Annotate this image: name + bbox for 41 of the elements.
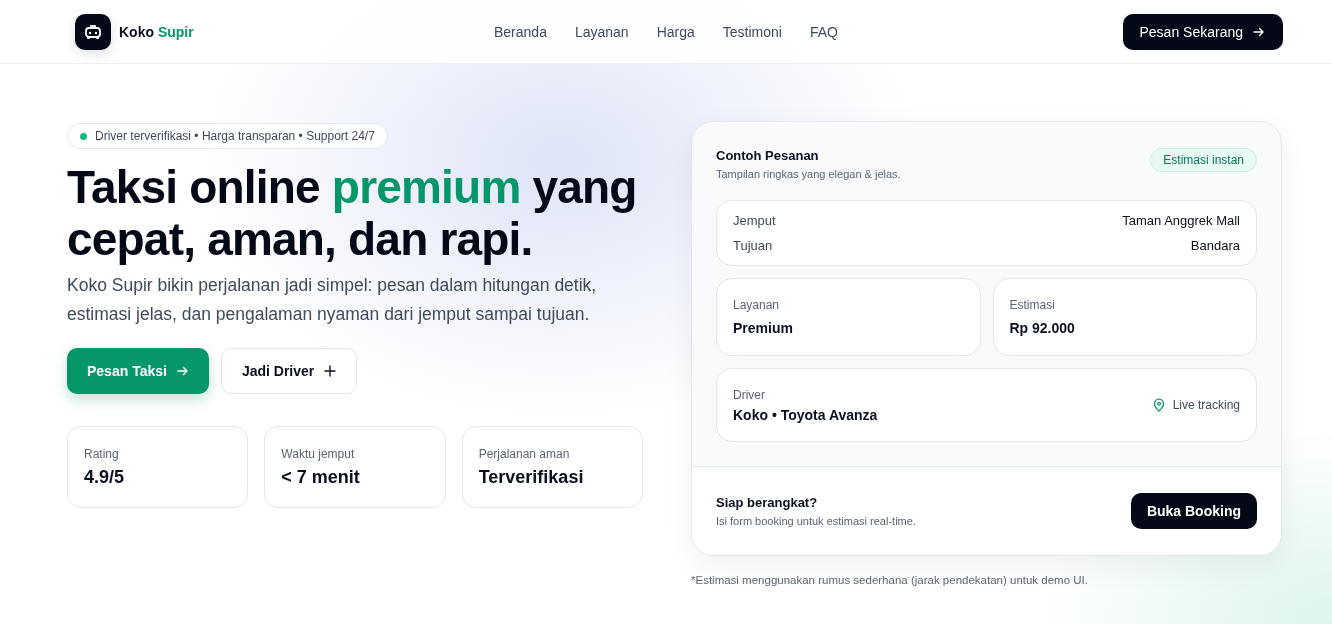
taxi-logo-icon[interactable] [75, 13, 111, 50]
nav-link[interactable]: Layanan [574, 23, 629, 40]
detail-label: Layanan [733, 298, 781, 312]
footer-text: Isi form booking untuk estimasi real-time. [716, 515, 916, 527]
detail-label: Estimasi [1009, 298, 1056, 312]
nav-link[interactable]: Harga [656, 23, 695, 40]
driver-value: Koko • Toyota Avanza [733, 406, 878, 423]
stat-value: 4.9/5 [84, 466, 126, 488]
nav-link[interactable]: Beranda [494, 23, 547, 40]
location-pin-icon [1152, 398, 1165, 412]
nav-link[interactable]: Testimoni [722, 23, 782, 40]
footnote: *Estimasi menggunakan rumus sederhana (jarak pendekatan) untuk demo UI. [691, 574, 1089, 586]
route-value: Bandara [1190, 238, 1240, 253]
card-subtitle: Tampilan ringkas yang elegan & jelas. [716, 168, 901, 180]
arrow-right-icon [176, 365, 189, 377]
card-title: Contoh Pesanan [716, 148, 820, 163]
hero-heading: Taksi online premium yang cepat, aman, dan rapi. [67, 161, 638, 265]
stat-value: < 7 menit [281, 466, 361, 488]
status-tag: Estimasi instan [1150, 148, 1257, 172]
feature-badge: Driver terverifikasi • Harga transparan • Support 24/7 [67, 123, 388, 149]
order-now-button[interactable]: Pesan Sekarang [1123, 13, 1283, 50]
open-booking-button[interactable]: Buka Booking [1130, 493, 1257, 529]
brand-name[interactable]: Koko Supir [119, 23, 194, 40]
become-driver-button[interactable]: Jadi Driver [220, 348, 358, 394]
route-label: Jemput [733, 213, 776, 228]
stat-label: Perjalanan aman [478, 446, 571, 461]
detail-value: Rp 92.000 [1009, 320, 1076, 336]
stat-value: Terverifikasi [478, 466, 585, 488]
live-tracking-label: Live tracking [1172, 398, 1240, 412]
driver-label: Driver [733, 387, 766, 402]
route-label: Tujuan [733, 238, 773, 253]
nav-link[interactable]: FAQ [809, 23, 838, 40]
footer-title: Siap berangkat? [716, 495, 819, 510]
route-value: Taman Anggrek Mall [1122, 213, 1240, 228]
plus-icon [324, 365, 337, 377]
detail-value: Premium [733, 320, 794, 336]
order-taxi-button[interactable]: Pesan Taksi [67, 348, 209, 394]
hero-description: Koko Supir bikin perjalanan jadi simpel: pesan dalam hitungan detik, estimasi jelas, dan pengalaman nyaman dari jemput sampai tujuan. [67, 274, 598, 326]
stat-label: Waktu jemput [281, 446, 356, 461]
arrow-right-icon [1253, 25, 1265, 38]
stat-label: Rating [84, 446, 120, 461]
